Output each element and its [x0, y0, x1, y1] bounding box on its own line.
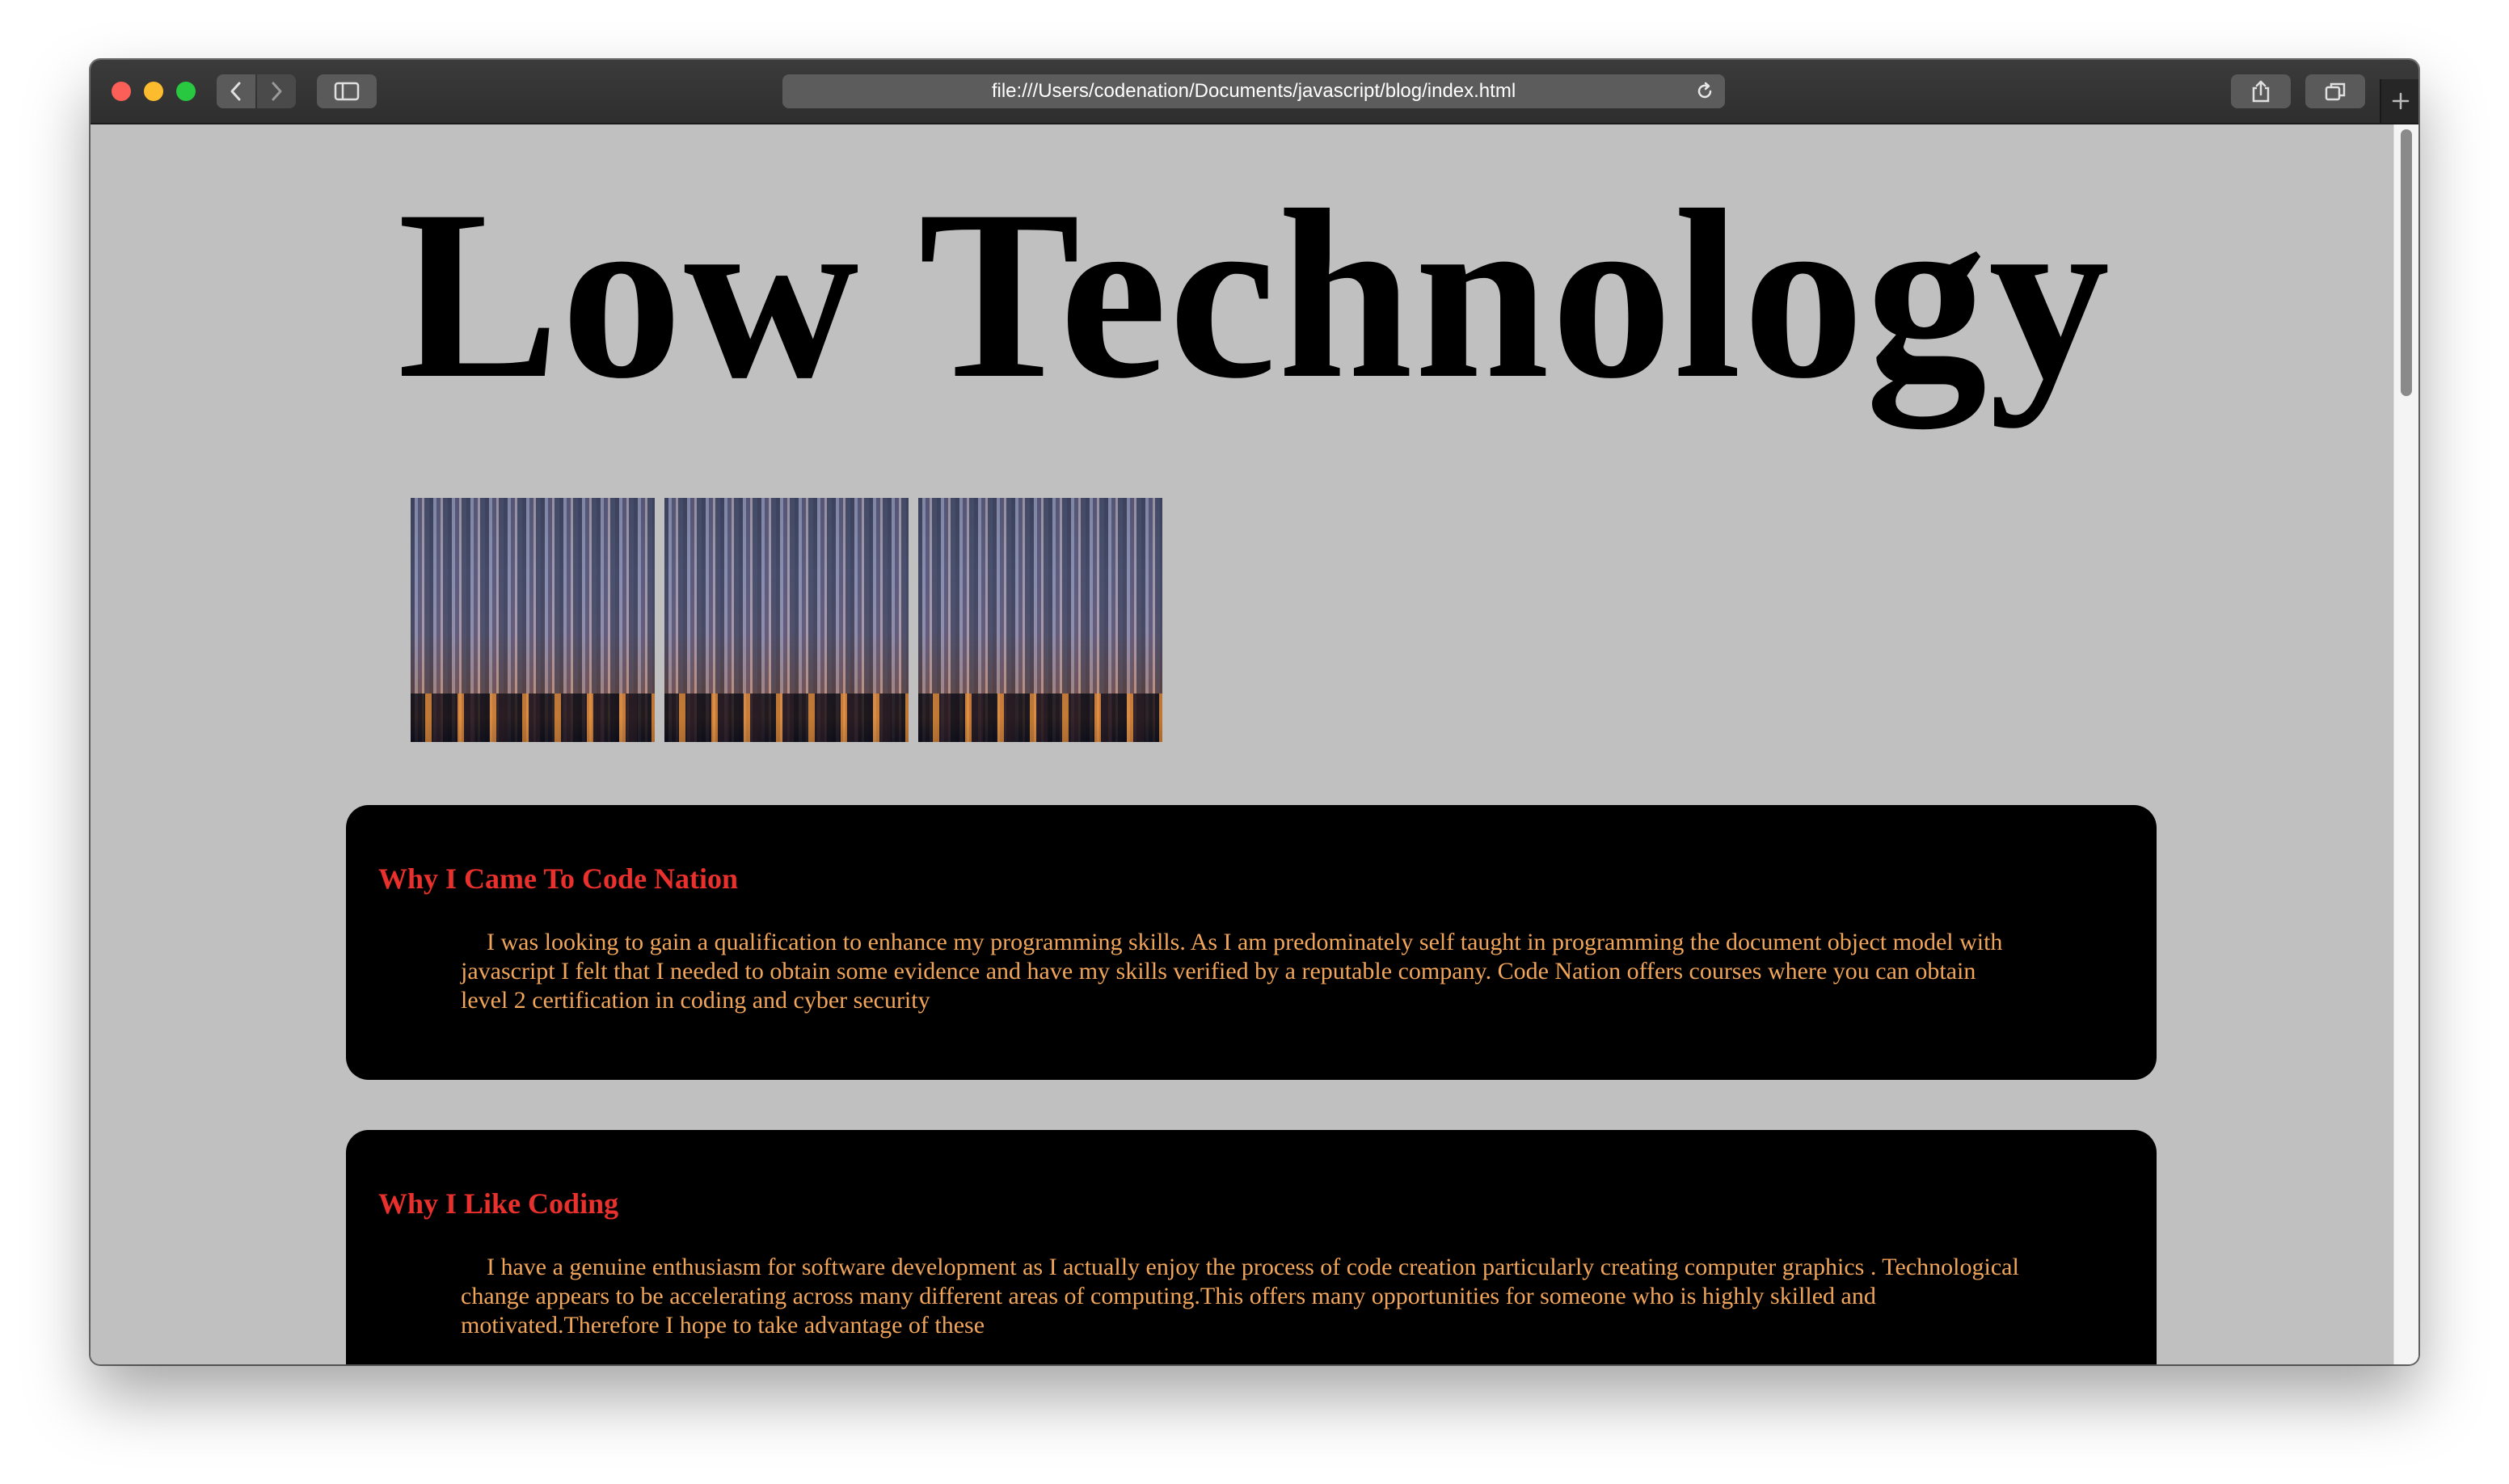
new-tab-button[interactable]: [2380, 79, 2418, 123]
city-image-1: [411, 498, 655, 742]
section-card: Why I Came To Code Nation I was looking …: [346, 805, 2157, 1080]
web-page: Low Technology Why I Came To Code Nation…: [91, 124, 2418, 1364]
show-tabs-button[interactable]: [2305, 74, 2365, 108]
scrollbar-thumb[interactable]: [2401, 129, 2412, 396]
reload-icon[interactable]: [1694, 81, 1715, 102]
section-card: Why I Like Coding I have a genuine enthu…: [346, 1130, 2157, 1364]
desktop: file:///Users/codenation/Documents/javas…: [0, 0, 2509, 1484]
city-image-2: [664, 498, 909, 742]
image-gallery: [411, 498, 1162, 742]
address-bar[interactable]: file:///Users/codenation/Documents/javas…: [782, 74, 1725, 108]
section-heading: Why I Came To Code Nation: [378, 862, 739, 895]
close-window-button[interactable]: [112, 82, 131, 101]
browser-toolbar: file:///Users/codenation/Documents/javas…: [91, 60, 2418, 124]
city-image-3: [918, 498, 1162, 742]
tabs-icon: [2325, 82, 2346, 101]
forward-button[interactable]: [257, 74, 296, 108]
section-body: I have a genuine enthusiasm for software…: [461, 1254, 2019, 1339]
share-icon: [2252, 80, 2270, 103]
zoom-window-button[interactable]: [176, 82, 196, 101]
sidebar-toggle-button[interactable]: [317, 74, 377, 108]
section-heading: Why I Like Coding: [378, 1187, 619, 1220]
share-button[interactable]: [2231, 74, 2291, 108]
url-text: file:///Users/codenation/Documents/javas…: [991, 80, 1516, 102]
chevron-left-icon: [230, 82, 241, 101]
browser-window: file:///Users/codenation/Documents/javas…: [91, 60, 2418, 1364]
site-title: Low Technology: [397, 160, 2112, 428]
plus-icon: [2392, 92, 2410, 110]
chevron-right-icon: [272, 82, 282, 101]
section-body: I was looking to gain a qualification to…: [461, 929, 2003, 1014]
vertical-scrollbar[interactable]: [2393, 124, 2418, 1364]
back-button[interactable]: [217, 74, 255, 108]
minimize-window-button[interactable]: [144, 82, 163, 101]
sidebar-icon: [334, 82, 360, 101]
